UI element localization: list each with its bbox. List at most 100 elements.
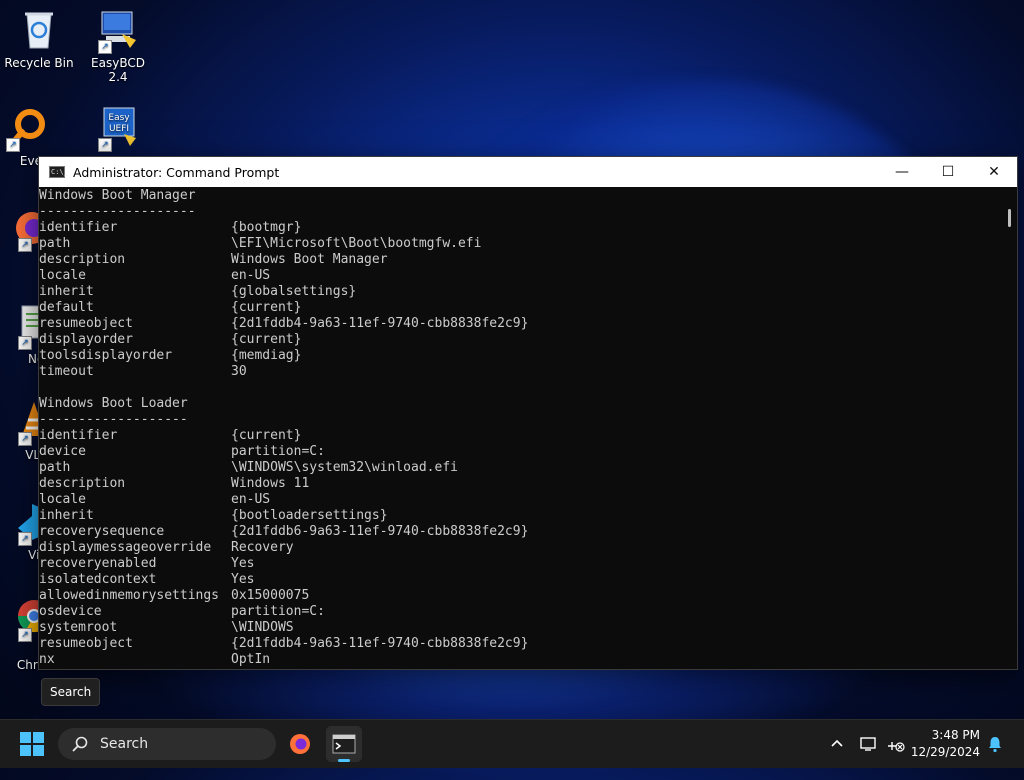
bcd-entry-row: path \WINDOWS\system32\winload.efi xyxy=(39,460,1001,476)
bcd-entry-row: locale en-US xyxy=(39,268,1001,284)
bcd-entry-key: default xyxy=(39,300,94,315)
bcd-entry-value: \WINDOWS\system32\winload.efi xyxy=(231,460,458,475)
shortcut-arrow-icon: ↗ xyxy=(98,138,112,152)
bcd-entry-row: displaymessageoverride Recovery xyxy=(39,540,1001,556)
bcd-entry-key: description xyxy=(39,476,126,491)
desktop-icon-easybcd[interactable]: ↗ EasyBCD 2.4 xyxy=(80,8,156,84)
bcd-entry-row: identifier {current} xyxy=(39,428,1001,444)
bcd-entry-row: description Windows 11 xyxy=(39,476,1001,492)
firefox-icon xyxy=(290,734,310,754)
shortcut-arrow-icon: ↗ xyxy=(6,138,20,152)
taskbar-clock[interactable]: 3:48 PM 12/29/2024 xyxy=(911,727,980,761)
bcd-entry-row: default {current} xyxy=(39,300,1001,316)
bcd-entry-value: OptIn xyxy=(231,652,271,667)
bcd-entry-key: path xyxy=(39,236,71,251)
bcd-entry-key: path xyxy=(39,460,71,475)
shortcut-arrow-icon: ↗ xyxy=(18,532,32,546)
active-indicator xyxy=(338,759,350,762)
bcd-entry-row: recoveryenabled Yes xyxy=(39,556,1001,572)
taskbar-firefox[interactable] xyxy=(282,726,318,762)
tray-display-icon[interactable] xyxy=(860,720,878,768)
bcd-entry-row: identifier {bootmgr} xyxy=(39,220,1001,236)
bcd-entry-value: partition=C: xyxy=(231,604,325,619)
tray-network-icon[interactable] xyxy=(886,720,906,768)
bcd-entry-key: timeout xyxy=(39,364,94,379)
maximize-icon: ☐ xyxy=(941,164,955,180)
shortcut-arrow-icon: ↗ xyxy=(18,432,32,446)
bcd-entry-value: {memdiag} xyxy=(231,348,302,363)
bcd-entry-value: {2d1fddb4-9a63-11ef-9740-cbb8838fe2c9} xyxy=(231,316,529,331)
bcd-entry-key: toolsdisplayorder xyxy=(39,348,173,363)
start-button[interactable] xyxy=(20,732,44,756)
bell-icon xyxy=(989,737,1001,753)
bcd-entry-row: isolatedcontext Yes xyxy=(39,572,1001,588)
everything-search-icon: ↗ xyxy=(4,106,48,152)
chevron-up-icon xyxy=(830,736,844,752)
bcd-entry-row: nx OptIn xyxy=(39,652,1001,668)
bcd-entry-value: 0x15000075 xyxy=(231,588,310,603)
shortcut-arrow-icon: ↗ xyxy=(98,40,112,54)
bcd-entry-key: allowedinmemorysettings xyxy=(39,588,220,603)
bcd-entry-row: displayorder {current} xyxy=(39,332,1001,348)
search-icon xyxy=(72,736,88,752)
bcd-entry-key: isolatedcontext xyxy=(39,572,157,587)
bcd-entry-value: {globalsettings} xyxy=(231,284,357,299)
title-bar[interactable]: C:\_ Administrator: Command Prompt — ☐ ✕ xyxy=(39,157,1017,187)
desktop-icon-label: Recycle Bin xyxy=(4,56,74,70)
taskbar-search-box[interactable]: Search xyxy=(58,728,276,760)
bcd-entry-value: partition=C: xyxy=(231,444,325,459)
windows-logo-tile xyxy=(20,745,31,756)
bcd-entry-value: en-US xyxy=(231,268,271,283)
bcd-entry-key: resumeobject xyxy=(39,316,133,331)
bcd-entry-row: description Windows Boot Manager xyxy=(39,252,1001,268)
bcd-entry-row: path \EFI\Microsoft\Boot\bootmgfw.efi xyxy=(39,236,1001,252)
section-rule: -------------------- xyxy=(39,204,196,219)
scrollbar-thumb[interactable] xyxy=(1008,209,1011,227)
notifications-button[interactable] xyxy=(987,720,1003,768)
bcd-entry-value: \EFI\Microsoft\Boot\bootmgfw.efi xyxy=(231,236,482,251)
bcd-entry-row: locale en-US xyxy=(39,492,1001,508)
taskbar: Search 3:48 PM 12/29/2024 xyxy=(0,719,1024,768)
bcd-entry-row: resumeobject {2d1fddb4-9a63-11ef-9740-cbb… xyxy=(39,316,1001,332)
shortcut-arrow-icon: ↗ xyxy=(18,238,32,252)
bcd-entry-key: nx xyxy=(39,652,55,667)
bcd-entry-row: osdevice partition=C: xyxy=(39,604,1001,620)
windows-logo-tile xyxy=(33,732,44,743)
vertical-scrollbar[interactable] xyxy=(1001,187,1017,669)
show-hidden-icons-button[interactable] xyxy=(830,720,844,768)
bcd-entry-key: displaymessageoverride xyxy=(39,540,212,555)
bcd-entry-key: locale xyxy=(39,268,86,283)
bcd-entry-row: recoverysequence {2d1fddb6-9a63-11ef-9740… xyxy=(39,524,1001,540)
bcd-entry-key: identifier xyxy=(39,220,118,235)
recycle-bin-icon xyxy=(17,8,61,52)
bcd-entry-row: inherit {bootloadersettings} xyxy=(39,508,1001,524)
close-button[interactable]: ✕ xyxy=(971,157,1017,187)
bcd-entry-value: {2d1fddb6-9a63-11ef-9740-cbb8838fe2c9} xyxy=(231,524,529,539)
window-title: Administrator: Command Prompt xyxy=(73,164,280,180)
minimize-button[interactable]: — xyxy=(879,157,925,187)
section-heading: Windows Boot Loader xyxy=(39,396,188,411)
bcd-entry-row: allowedinmemorysettings 0x15000075 xyxy=(39,588,1001,604)
windows-logo-icon xyxy=(20,732,31,743)
maximize-button[interactable]: ☐ xyxy=(925,157,971,187)
bcd-entry-row: toolsdisplayorder {memdiag} xyxy=(39,348,1001,364)
taskbar-command-prompt[interactable] xyxy=(326,726,362,762)
desktop-icon-recycle-bin[interactable]: Recycle Bin xyxy=(1,8,77,70)
bcd-entry-value: {current} xyxy=(231,332,302,347)
svg-text:UEFI: UEFI xyxy=(109,124,129,134)
bcd-entry-value: {current} xyxy=(231,428,302,443)
shortcut-arrow-icon: ↗ xyxy=(18,336,32,350)
bcd-entry-value: Windows 11 xyxy=(231,476,310,491)
bcd-entry-row: inherit {globalsettings} xyxy=(39,284,1001,300)
bcd-entry-value: {bootmgr} xyxy=(231,220,302,235)
bcd-entry-key: resumeobject xyxy=(39,636,133,651)
monitor-icon xyxy=(860,737,876,751)
desktop-icon-label: EasyBCD 2.4 xyxy=(91,56,145,84)
cmd-app-icon: C:\_ xyxy=(49,166,68,178)
desktop-icon-easyuefi[interactable]: Easy UEFI ↗ xyxy=(80,106,156,154)
shortcut-arrow-icon: ↗ xyxy=(18,628,32,642)
bcd-entry-key: device xyxy=(39,444,86,459)
command-prompt-window[interactable]: C:\_ Administrator: Command Prompt — ☐ ✕… xyxy=(38,156,1018,670)
console-output[interactable]: Windows Boot Manager -------------------… xyxy=(39,187,1001,669)
bcd-entry-value: {current} xyxy=(231,300,302,315)
